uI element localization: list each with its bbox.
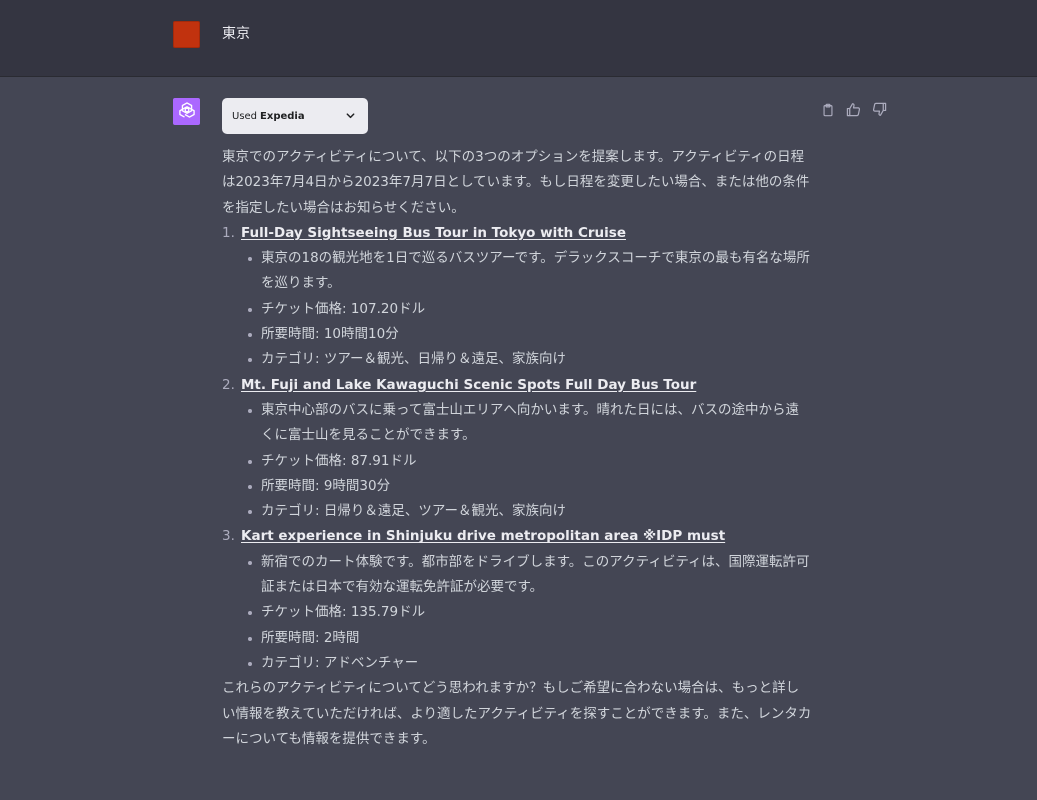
activity-title-link[interactable]: Mt. Fuji and Lake Kawaguchi Scenic Spots… xyxy=(241,377,696,393)
thumbs-up-icon[interactable] xyxy=(845,101,862,118)
activity-description: 新宿でのカート体験です。都市部をドライブします。このアクティビティは、国際運転許… xyxy=(248,550,812,601)
activity-description: 東京中心部のバスに乗って富士山エリアへ向かいます。晴れた日には、バスの途中から遠… xyxy=(248,398,812,449)
activity-title-link[interactable]: Full-Day Sightseeing Bus Tour in Tokyo w… xyxy=(241,225,626,241)
openai-logo-icon xyxy=(177,100,197,124)
plugin-used-dropdown[interactable]: Used Expedia xyxy=(222,98,368,134)
activity-details: 東京の18の観光地を1日で巡るバスツアーです。デラックスコーチで東京の最も有名な… xyxy=(241,246,812,372)
activity-price: チケット価格: 107.20ドル xyxy=(248,297,812,322)
message-actions xyxy=(819,101,888,118)
activity-category: カテゴリ: ツアー＆観光、日帰り＆遠足、家族向け xyxy=(248,347,812,372)
intro-paragraph: 東京でのアクティビティについて、以下の3つのオプションを提案します。アクティビテ… xyxy=(222,149,810,216)
activity-details: 東京中心部のバスに乗って富士山エリアへ向かいます。晴れた日には、バスの途中から遠… xyxy=(241,398,812,524)
activity-option: 2. Mt. Fuji and Lake Kawaguchi Scenic Sp… xyxy=(222,373,812,525)
option-number: 1. xyxy=(222,224,235,241)
activity-option: 1. Full-Day Sightseeing Bus Tour in Toky… xyxy=(222,221,812,373)
option-number: 3. xyxy=(222,528,235,545)
assistant-avatar xyxy=(173,98,200,125)
chevron-down-icon xyxy=(345,110,356,124)
activity-option: 3. Kart experience in Shinjuku drive met… xyxy=(222,524,812,676)
assistant-message-content: 東京でのアクティビティについて、以下の3つのオプションを提案します。アクティビテ… xyxy=(222,145,812,752)
clipboard-icon[interactable] xyxy=(819,101,836,118)
activity-options-list: 1. Full-Day Sightseeing Bus Tour in Toky… xyxy=(222,221,812,676)
activity-duration: 所要時間: 10時間10分 xyxy=(248,322,812,347)
activity-category: カテゴリ: 日帰り＆遠足、ツアー＆観光、家族向け xyxy=(248,499,812,524)
thumbs-down-icon[interactable] xyxy=(871,101,888,118)
activity-price: チケット価格: 87.91ドル xyxy=(248,449,812,474)
closing-paragraph: これらのアクティビティについてどう思われますか？もしご希望に合わない場合は、もっ… xyxy=(222,680,812,747)
activity-details: 新宿でのカート体験です。都市部をドライブします。このアクティビティは、国際運転許… xyxy=(241,550,812,676)
option-number: 2. xyxy=(222,376,235,393)
activity-duration: 所要時間: 2時間 xyxy=(248,626,812,651)
activity-duration: 所要時間: 9時間30分 xyxy=(248,474,812,499)
activity-title-link[interactable]: Kart experience in Shinjuku drive metrop… xyxy=(241,528,725,544)
plugin-name: Expedia xyxy=(260,110,305,122)
activity-description: 東京の18の観光地を1日で巡るバスツアーです。デラックスコーチで東京の最も有名な… xyxy=(248,246,812,297)
plugin-used-label: Used xyxy=(232,110,258,122)
activity-category: カテゴリ: アドベンチャー xyxy=(248,651,812,676)
user-message-text: 東京 xyxy=(222,26,250,42)
user-avatar xyxy=(173,21,200,48)
user-message-row: 東京 xyxy=(0,0,1037,77)
activity-price: チケット価格: 135.79ドル xyxy=(248,600,812,625)
